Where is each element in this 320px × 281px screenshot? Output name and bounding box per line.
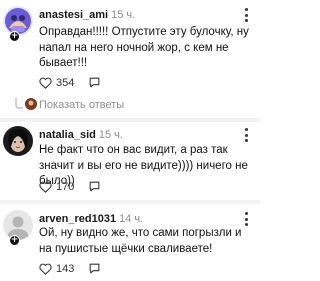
show-replies-button[interactable]: Показать ответы [14, 98, 124, 111]
like-button[interactable]: 170 [39, 181, 74, 193]
heart-icon [39, 77, 52, 89]
reply-icon [89, 263, 100, 274]
more-options-icon[interactable] [244, 8, 248, 22]
like-count: 170 [56, 180, 75, 193]
like-count: 354 [56, 76, 75, 89]
comment-header: anastesi_ami 15 ч. [39, 9, 135, 21]
comment-header: natalia_sid 15 ч. [39, 129, 123, 141]
more-options-icon[interactable] [244, 212, 248, 226]
heart-icon [39, 181, 52, 193]
divider [0, 200, 260, 204]
avatar[interactable]: + [3, 6, 33, 42]
like-button[interactable]: 354 [39, 77, 74, 89]
comment-actions: 143 [39, 262, 101, 275]
heart-icon [39, 263, 52, 275]
more-options-icon[interactable] [244, 128, 248, 142]
comment-actions: 354 [39, 76, 101, 89]
reply-button[interactable] [88, 76, 101, 89]
comment-text: Оправдан!!!!! Отпустите эту булочку, ну … [39, 26, 249, 69]
timestamp: 15 ч. [111, 9, 136, 21]
avatar[interactable]: + [3, 210, 33, 246]
timestamp: 15 ч. [98, 129, 123, 141]
avatar-photo-icon [3, 126, 33, 156]
reply-icon [89, 181, 100, 192]
reply-thread-icon [15, 98, 23, 109]
like-button[interactable]: 143 [39, 263, 74, 275]
comment-header: arven_red1031 14 ч. [39, 213, 143, 225]
like-count: 143 [56, 262, 75, 275]
username[interactable]: arven_red1031 [39, 213, 116, 225]
divider [0, 118, 260, 122]
reply-avatar-icon [25, 98, 37, 110]
timestamp: 14 ч. [119, 213, 144, 225]
reply-button[interactable] [88, 262, 101, 275]
comment-text: Ой, ну видно же, что сами погрызли и на … [39, 227, 242, 255]
reply-icon [89, 77, 100, 88]
comment-actions: 170 [39, 180, 101, 193]
username[interactable]: natalia_sid [39, 129, 96, 141]
add-story-icon: + [9, 235, 20, 246]
reply-button[interactable] [88, 180, 101, 193]
show-replies-label[interactable]: Показать ответы [39, 98, 124, 112]
username[interactable]: anastesi_ami [39, 9, 108, 21]
avatar[interactable] [3, 126, 33, 156]
add-story-icon: + [9, 31, 20, 42]
